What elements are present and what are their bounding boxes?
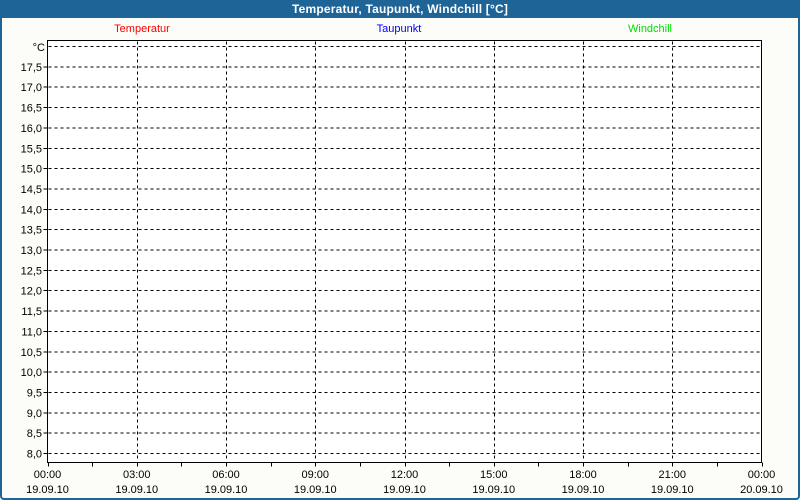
x-tick-date-label: 19.09.10	[562, 484, 605, 496]
weather-chart-window: Temperatur, Taupunkt, Windchill [°C] Tem…	[0, 0, 800, 500]
y-tick-label: 15,0	[21, 164, 42, 176]
y-tick-label: 9,5	[27, 387, 42, 399]
x-tick-time-label: 00:00	[748, 469, 776, 481]
y-tick-label: 16,5	[21, 103, 42, 115]
y-tick-label: 17,5	[21, 62, 42, 74]
x-tick-date-label: 19.09.10	[651, 484, 694, 496]
y-tick-label: 11,0	[21, 326, 42, 338]
x-tick-date-label: 20.09.10	[740, 484, 783, 496]
plot-area	[48, 41, 762, 463]
x-tick-time-label: 15:00	[480, 469, 508, 481]
y-tick-label: 16,0	[21, 123, 42, 135]
y-tick-label: 12,5	[21, 265, 42, 277]
x-tick-date-label: 19.09.10	[205, 484, 248, 496]
y-tick-label: 9,0	[27, 408, 42, 420]
y-tick-label: 8,5	[27, 428, 42, 440]
x-tick-date-label: 19.09.10	[294, 484, 337, 496]
y-axis-unit-label: °C	[33, 42, 45, 54]
x-tick-date-label: 19.09.10	[26, 484, 69, 496]
x-tick-time-label: 12:00	[391, 469, 419, 481]
x-tick-time-label: 18:00	[569, 469, 597, 481]
y-tick-label: 8,0	[27, 449, 42, 461]
y-tick-label: 14,5	[21, 184, 42, 196]
y-tick-label: 10,0	[21, 367, 42, 379]
x-tick-time-label: 03:00	[123, 469, 151, 481]
y-tick-label: 17,0	[21, 82, 42, 94]
x-tick-time-label: 00:00	[34, 469, 62, 481]
x-tick-date-label: 19.09.10	[115, 484, 158, 496]
plot-canvas: 17,5 17,0 16,5 16,0 15,5 15,0 14,5 14,0 13,5 13,0…	[0, 0, 800, 500]
x-tick-date-label: 19.09.10	[383, 484, 426, 496]
x-tick-time-label: 09:00	[301, 469, 329, 481]
y-tick-label: 14,0	[21, 204, 42, 216]
y-tick-label: 13,0	[21, 245, 42, 257]
y-tick-label: 10,5	[21, 347, 42, 359]
x-tick-time-label: 06:00	[212, 469, 240, 481]
y-tick-label: 15,5	[21, 143, 42, 155]
y-tick-label: 13,5	[21, 225, 42, 237]
x-tick-time-label: 21:00	[658, 469, 686, 481]
y-tick-label: 12,0	[21, 286, 42, 298]
y-tick-label: 11,5	[21, 306, 42, 318]
x-tick-date-label: 19.09.10	[472, 484, 515, 496]
